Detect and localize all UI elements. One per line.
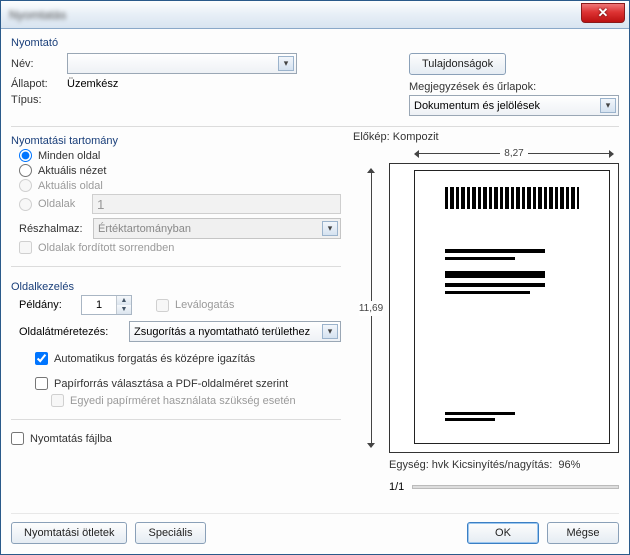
chevron-down-icon: [600, 98, 616, 113]
preview-width: 8,27: [500, 148, 527, 159]
radio-pages-input: [19, 198, 32, 211]
custompaper-label: Egyedi papírméret használata szükség ese…: [70, 395, 296, 407]
custompaper-input: [51, 394, 64, 407]
print-tips-label: Nyomtatási ötletek: [24, 527, 114, 539]
radio-current-page-input: [19, 179, 32, 192]
printer-name-dropdown[interactable]: [67, 53, 297, 74]
print-to-file-check[interactable]: Nyomtatás fájlba: [11, 432, 341, 445]
preview-footer: Egység: hvk Kicsinyítés/nagyítás: 96%: [389, 459, 619, 471]
preview-line: [445, 257, 515, 260]
radio-all-pages-label: Minden oldal: [38, 150, 100, 162]
subset-value: Értéktartományban: [98, 223, 191, 235]
reverse-pages-input: [19, 241, 32, 254]
comments-forms-label: Megjegyzések és űrlapok:: [409, 81, 619, 93]
ruler-horizontal: 8,27: [414, 148, 614, 159]
subset-dropdown: Értéktartományban: [93, 218, 341, 239]
window-title: Nyomtatás: [9, 8, 66, 22]
printer-status-value: Üzemkész: [67, 78, 118, 90]
pages-input: [92, 194, 341, 214]
cancel-label: Mégse: [566, 527, 599, 539]
preview-barcode: [445, 187, 579, 209]
collate-input: [156, 299, 169, 312]
scaling-value: Zsugorítás a nyomtatható területhez: [134, 326, 310, 338]
chevron-down-icon: [322, 221, 338, 236]
papersource-input[interactable]: [35, 377, 48, 390]
preview-line: [445, 283, 545, 287]
print-tips-button[interactable]: Nyomtatási ötletek: [11, 522, 127, 544]
reverse-pages-label: Oldalak fordított sorrendben: [38, 242, 174, 254]
preview-height: 11,69: [359, 301, 383, 316]
papersource-label: Papírforrás választása a PDF-oldalméret …: [54, 378, 288, 390]
zoom-value: 96%: [558, 459, 580, 471]
handling-section-label: Oldalkezelés: [11, 281, 341, 293]
preview-line: [445, 249, 545, 253]
close-button[interactable]: ✕: [581, 3, 625, 23]
cancel-button[interactable]: Mégse: [547, 522, 619, 544]
radio-current-view[interactable]: Aktuális nézet: [19, 164, 341, 177]
autorotate-input[interactable]: [35, 352, 48, 365]
collate-label: Leválogatás: [175, 299, 234, 311]
autorotate-label: Automatikus forgatás és középre igazítás: [54, 353, 255, 365]
radio-pages-row: Oldalak: [19, 194, 341, 214]
spinner-down-icon[interactable]: ▼: [117, 305, 131, 314]
spinner-up-icon[interactable]: ▲: [117, 296, 131, 305]
preview-line: [445, 291, 530, 294]
advanced-button[interactable]: Speciális: [135, 522, 205, 544]
print-to-file-label: Nyomtatás fájlba: [30, 433, 112, 445]
preview-line: [445, 418, 495, 421]
ruler-vertical: 11,69: [356, 168, 386, 448]
preview-page: [414, 170, 610, 444]
print-to-file-input[interactable]: [11, 432, 24, 445]
radio-current-page: Aktuális oldal: [19, 179, 341, 192]
scaling-dropdown[interactable]: Zsugorítás a nyomtatható területhez: [129, 321, 341, 342]
titlebar: Nyomtatás ✕: [1, 1, 629, 29]
printer-status-label: Állapot:: [11, 78, 61, 90]
chevron-down-icon: [322, 324, 338, 339]
properties-button-label: Tulajdonságok: [422, 58, 493, 70]
preview-label: Előkép: Kompozit: [353, 131, 619, 143]
page-slider[interactable]: [412, 485, 619, 489]
subset-label: Részhalmaz:: [19, 223, 87, 235]
autorotate-check[interactable]: Automatikus forgatás és középre igazítás: [35, 352, 341, 365]
custompaper-check: Egyedi papírméret használata szükség ese…: [51, 394, 341, 407]
radio-all-pages-input[interactable]: [19, 149, 32, 162]
ok-button[interactable]: OK: [467, 522, 539, 544]
copies-input[interactable]: [82, 296, 116, 314]
preview-line: [445, 412, 515, 415]
radio-pages-label: Oldalak: [38, 198, 86, 210]
units-label: Egység: hvk Kicsinyítés/nagyítás:: [389, 459, 552, 471]
radio-all-pages[interactable]: Minden oldal: [19, 149, 341, 162]
radio-current-view-label: Aktuális nézet: [38, 165, 106, 177]
printer-name-label: Név:: [11, 58, 61, 70]
ok-label: OK: [495, 527, 511, 539]
comments-forms-value: Dokumentum és jelölések: [414, 100, 540, 112]
printer-type-label: Típus:: [11, 94, 61, 106]
radio-current-view-input[interactable]: [19, 164, 32, 177]
radio-current-page-label: Aktuális oldal: [38, 180, 103, 192]
printer-section-label: Nyomtató: [11, 37, 619, 49]
reverse-pages-check: Oldalak fordított sorrendben: [19, 241, 341, 254]
properties-button[interactable]: Tulajdonságok: [409, 53, 506, 75]
range-section-label: Nyomtatási tartomány: [11, 135, 341, 147]
close-icon: ✕: [598, 5, 609, 21]
page-indicator: 1/1: [389, 481, 404, 493]
copies-spinner[interactable]: ▲ ▼: [81, 295, 132, 315]
comments-forms-dropdown[interactable]: Dokumentum és jelölések: [409, 95, 619, 116]
advanced-label: Speciális: [148, 527, 192, 539]
collate-check: Leválogatás: [156, 299, 234, 312]
copies-label: Példány:: [19, 299, 75, 311]
chevron-down-icon: [278, 56, 294, 71]
papersource-check[interactable]: Papírforrás választása a PDF-oldalméret …: [35, 377, 341, 390]
preview-box: 8,27 11,69: [389, 163, 619, 453]
scaling-label: Oldalátméretezés:: [19, 326, 123, 338]
preview-line: [445, 271, 545, 278]
